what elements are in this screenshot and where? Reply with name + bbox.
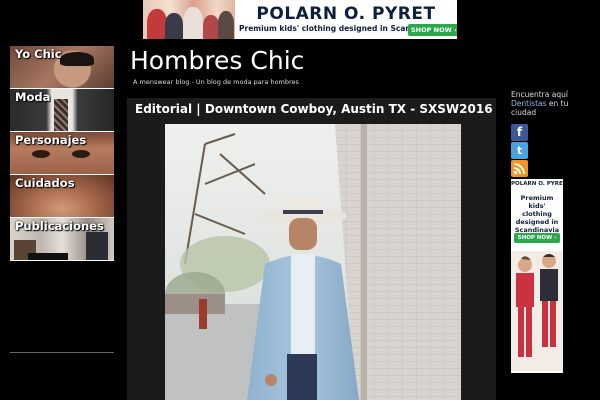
ad-brand: POLARN O. PYRET xyxy=(256,4,436,24)
facebook-icon[interactable]: f xyxy=(511,124,528,141)
twitter-icon[interactable]: t xyxy=(511,142,528,159)
category-nav: Yo Chic Moda Personajes Cuidados Publica… xyxy=(10,46,114,261)
ad-kids-image xyxy=(511,251,563,371)
nav-item-yo-chic[interactable]: Yo Chic xyxy=(10,46,114,89)
ad-kids-image xyxy=(143,0,235,39)
nav-label: Moda xyxy=(15,90,51,104)
nav-label: Cuidados xyxy=(15,176,75,190)
site-tagline: A menswear blog - Un blog de moda para h… xyxy=(133,78,299,86)
sidebar-text-before: Encuentra aquí xyxy=(511,90,568,99)
post-card: Editorial | Downtown Cowboy, Austin TX -… xyxy=(127,98,496,400)
top-banner-ad[interactable]: POLARN O. PYRET Premium kids' clothing d… xyxy=(143,0,457,39)
nav-item-cuidados[interactable]: Cuidados xyxy=(10,175,114,218)
post-title[interactable]: Editorial | Downtown Cowboy, Austin TX -… xyxy=(135,102,493,116)
nav-divider xyxy=(10,352,114,353)
ad-tagline: Premium kids' clothing designed in Scand… xyxy=(514,194,560,234)
site-title[interactable]: Hombres Chic xyxy=(130,46,304,75)
rss-icon[interactable] xyxy=(511,160,528,177)
ad-shop-now-button[interactable]: SHOP NOW › xyxy=(514,233,560,243)
ad-shop-now-button[interactable]: SHOP NOW › xyxy=(408,24,457,36)
sidebar-ad[interactable]: POLARN O. PYRET Premium kids' clothing d… xyxy=(511,179,563,373)
nav-item-personajes[interactable]: Personajes xyxy=(10,132,114,175)
nav-item-publicaciones[interactable]: Publicaciones xyxy=(10,218,114,261)
post-photo[interactable] xyxy=(165,124,461,400)
nav-label: Publicaciones xyxy=(15,219,104,233)
dentistas-link[interactable]: Dentistas xyxy=(511,99,547,108)
sidebar-promo-text: Encuentra aquí Dentistas en tu ciudad xyxy=(511,90,591,117)
ad-brand: POLARN O. PYRET xyxy=(511,181,563,187)
nav-label: Yo Chic xyxy=(15,47,62,61)
nav-label: Personajes xyxy=(15,133,87,147)
photo-illustration xyxy=(165,124,461,400)
nav-item-moda[interactable]: Moda xyxy=(10,89,114,132)
